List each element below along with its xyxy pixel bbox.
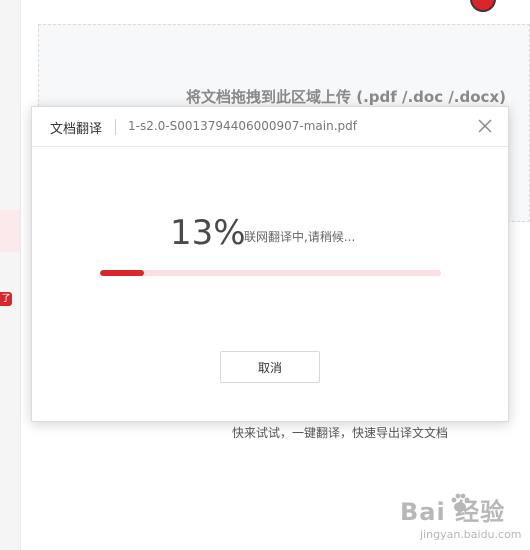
sidebar-active-item[interactable]	[0, 210, 20, 252]
translation-dialog: 文档翻译 1-s2.0-S0013794406000907-main.pdf 1…	[31, 106, 509, 422]
promo-text: 快来试试，一键翻译，快速导出译文文档	[232, 426, 449, 440]
dialog-filename: 1-s2.0-S0013794406000907-main.pdf	[128, 119, 357, 133]
header-divider	[115, 119, 116, 135]
progress-status: 联网翻译中,请稍候...	[244, 230, 356, 244]
sidebar	[0, 0, 21, 550]
cancel-button[interactable]: 取消	[220, 351, 320, 383]
progress-percent: 13%	[170, 213, 246, 253]
watermark: Bai 经验 jingyan.baidu.com	[400, 492, 528, 548]
page: 了 ˇ 将文档拖拽到此区域上传 (.pdf /.doc /.docx) 快来试试…	[0, 0, 530, 550]
upload-prompt: 将文档拖拽到此区域上传 (.pdf /.doc /.docx)	[186, 88, 506, 106]
close-icon[interactable]	[475, 116, 495, 136]
dialog-title: 文档翻译	[50, 122, 103, 137]
progress-track	[100, 270, 441, 276]
watermark-url: jingyan.baidu.com	[420, 528, 522, 541]
sidebar-badge: 了	[0, 292, 12, 306]
dialog-header: 文档翻译 1-s2.0-S0013794406000907-main.pdf	[32, 107, 508, 147]
paw-icon	[451, 493, 470, 512]
avatar[interactable]	[470, 0, 496, 12]
progress-fill	[100, 270, 145, 276]
top-glyph: ˇ	[38, 0, 46, 6]
